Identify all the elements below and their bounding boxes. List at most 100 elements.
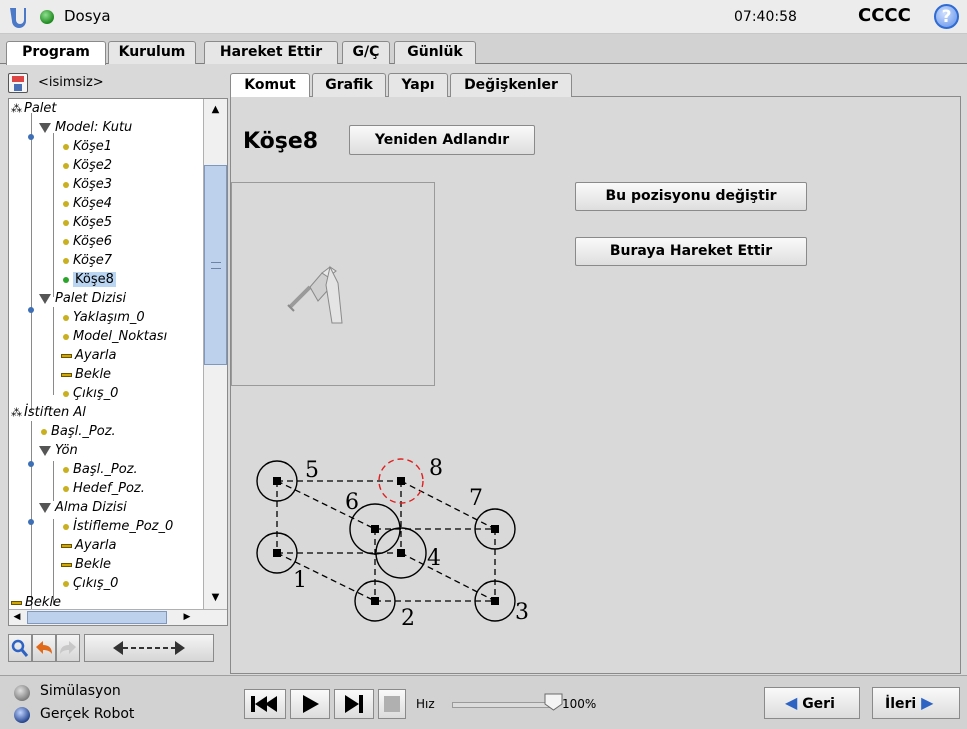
scroll-left-icon[interactable]: ◀: [9, 610, 25, 625]
bar-icon: [61, 353, 72, 358]
back-button[interactable]: ◀ Geri: [764, 687, 860, 719]
tree-node[interactable]: Köşe6: [63, 232, 112, 251]
tree-node[interactable]: Köşe2: [63, 156, 112, 175]
tab-kurulum[interactable]: Kurulum: [108, 41, 196, 64]
ur-logo-icon: [10, 8, 26, 28]
tab-hareket-ettir[interactable]: Hareket Ettir: [204, 41, 338, 64]
tree-node-selected[interactable]: Köşe8: [63, 270, 116, 289]
tree-node[interactable]: Bekle: [61, 365, 111, 384]
pallet-icon: ⁂: [11, 406, 22, 419]
tree-node[interactable]: Köşe3: [63, 175, 112, 194]
tree-node[interactable]: Köşe5: [63, 213, 112, 232]
tab-program[interactable]: Program: [6, 41, 106, 65]
move-node-button[interactable]: [84, 634, 214, 662]
expand-icon[interactable]: [28, 461, 34, 467]
tree-node[interactable]: Yön: [39, 441, 78, 460]
rewind-button[interactable]: [244, 689, 286, 719]
tree-node[interactable]: ⁂ Palet: [11, 99, 57, 118]
tree-node[interactable]: Palet Dizisi: [39, 289, 126, 308]
tree-node[interactable]: Model: Kutu: [39, 118, 132, 137]
scrollbar-thumb[interactable]: [27, 611, 167, 624]
undo-button[interactable]: [32, 634, 56, 662]
tree-node[interactable]: Ayarla: [61, 536, 116, 555]
speed-slider-thumb[interactable]: [544, 693, 564, 711]
tab-degiskenler[interactable]: Değişkenler: [450, 73, 572, 97]
tree-horizontal-scrollbar[interactable]: ◀ ▶: [9, 609, 227, 625]
tab-komut[interactable]: Komut: [230, 73, 310, 98]
waypoint-icon: [63, 466, 69, 473]
next-button[interactable]: İleri ▶: [872, 687, 960, 719]
waypoint-icon: [63, 238, 69, 245]
search-button[interactable]: [8, 634, 32, 662]
waypoint-icon: [63, 523, 69, 530]
node-title: Köşe8: [243, 129, 319, 154]
simulation-radio[interactable]: [14, 685, 30, 701]
tree-node[interactable]: Çıkış_0: [63, 384, 118, 403]
search-icon: [11, 639, 29, 657]
waypoint-icon: [63, 276, 69, 283]
triangle-icon: [39, 445, 51, 456]
tree-node[interactable]: Başl._Poz.: [41, 422, 116, 441]
tree-node[interactable]: Çıkış_0: [63, 574, 118, 593]
bar-icon: [61, 543, 72, 548]
help-icon[interactable]: ?: [934, 4, 959, 29]
tree-connector: [31, 421, 32, 609]
program-name: <isimsiz>: [38, 75, 104, 90]
corner-label: 2: [401, 606, 415, 627]
file-menu[interactable]: Dosya: [64, 7, 111, 25]
triangle-icon: [39, 293, 51, 304]
tree-node[interactable]: Model_Noktası: [63, 327, 167, 346]
real-robot-radio[interactable]: [14, 707, 30, 723]
tree-node[interactable]: İstifleme_Poz_0: [63, 517, 173, 536]
tree-nodes: ⁂ Palet Model: Kutu Köşe1 Köşe2 Köşe3 Köş…: [9, 99, 203, 609]
tree-node[interactable]: ⁂ İstiften Al: [11, 403, 86, 422]
double-arrow-icon: [113, 641, 185, 655]
move-here-button[interactable]: Buraya Hareket Ettir: [575, 237, 807, 266]
tree-vertical-scrollbar[interactable]: ▲ ▼: [203, 99, 227, 609]
main-tabs: Program Kurulum Hareket Ettir G/Ç Günlük: [0, 34, 967, 65]
redo-button[interactable]: [56, 634, 80, 662]
tab-gunluk[interactable]: Günlük: [394, 41, 476, 64]
real-robot-label: Gerçek Robot: [40, 706, 135, 722]
tab-grafik[interactable]: Grafik: [312, 73, 386, 97]
waypoint-icon: [63, 390, 69, 397]
tree-node[interactable]: Ayarla: [61, 346, 116, 365]
corner-label: 3: [515, 600, 529, 625]
waypoint-icon: [63, 333, 69, 340]
tree-node[interactable]: Bekle: [61, 555, 111, 574]
robot-name: CCCC: [858, 5, 911, 26]
tree-node[interactable]: Yaklaşım_0: [63, 308, 145, 327]
pallet-diagram: 1 2 3 4 5 6 7 8: [256, 456, 529, 627]
play-icon: [303, 695, 319, 713]
expand-icon[interactable]: [28, 519, 34, 525]
tree-node[interactable]: Bekle: [11, 593, 61, 609]
tree-node[interactable]: Başl._Poz.: [63, 460, 138, 479]
stop-button[interactable]: [378, 689, 406, 719]
speed-label: Hız: [416, 697, 435, 711]
scroll-right-icon[interactable]: ▶: [179, 610, 195, 625]
waypoint-icon: [63, 257, 69, 264]
play-button[interactable]: [290, 689, 330, 719]
tree-node[interactable]: Hedef_Poz.: [63, 479, 145, 498]
save-icon[interactable]: [8, 73, 28, 93]
tree-node[interactable]: Alma Dizisi: [39, 498, 127, 517]
back-button-label: Geri: [802, 696, 835, 712]
step-button[interactable]: [334, 689, 374, 719]
tab-gc[interactable]: G/Ç: [342, 41, 390, 64]
expand-icon[interactable]: [28, 307, 34, 313]
tree-node[interactable]: Köşe1: [63, 137, 112, 156]
scrollbar-thumb[interactable]: [204, 165, 227, 365]
expand-icon[interactable]: [28, 134, 34, 140]
scroll-down-icon[interactable]: ▼: [204, 587, 227, 609]
status-dot-icon: [40, 10, 54, 24]
change-position-button[interactable]: Bu pozisyonu değiştir: [575, 182, 807, 211]
rename-button[interactable]: Yeniden Adlandır: [349, 125, 535, 155]
speed-slider[interactable]: [452, 702, 556, 708]
tree-node[interactable]: Köşe7: [63, 251, 112, 270]
scroll-up-icon[interactable]: ▲: [204, 99, 227, 121]
tab-yapi[interactable]: Yapı: [388, 73, 448, 97]
corner-label: 4: [427, 546, 441, 571]
tree-connector: [31, 113, 32, 411]
tree-node[interactable]: Köşe4: [63, 194, 112, 213]
redo-icon: [60, 641, 76, 654]
